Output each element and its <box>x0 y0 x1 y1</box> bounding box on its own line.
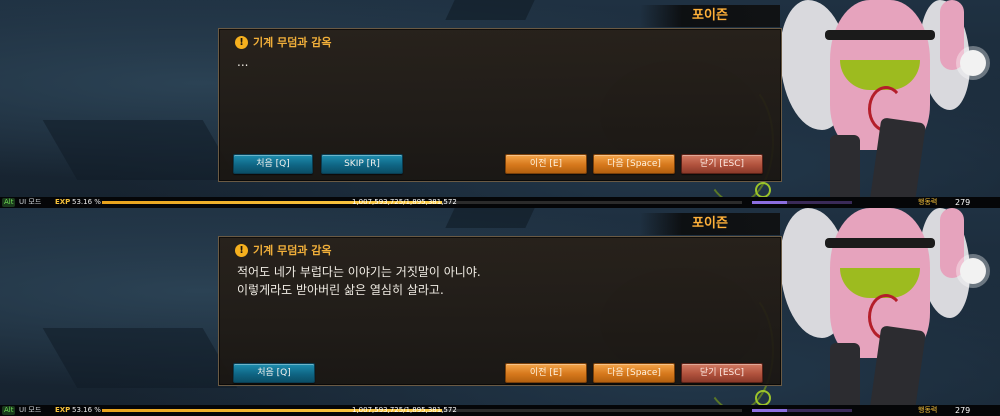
ring-icon[interactable] <box>755 390 771 406</box>
next-button[interactable]: 다음 [Space] <box>593 154 675 174</box>
scenery-debris <box>42 120 238 180</box>
scenery-debris <box>42 328 238 388</box>
stamina-value: 279 <box>955 406 971 415</box>
prev-button[interactable]: 이전 [E] <box>505 363 587 383</box>
dialog-text: 적어도 네가 부럽다는 이야기는 거짓말이 아니야. 이렇게라도 받아버린 삶은… <box>237 265 481 297</box>
character-portrait <box>770 208 1000 416</box>
scenery-machine <box>445 0 535 20</box>
character-portrait <box>770 0 1000 208</box>
game-scene-top: 포이즌 ! 기계 무덤과 감옥 ... 처음 [Q] SKIP [R] 이전 [… <box>0 0 1000 208</box>
dialog-title: 기계 무덤과 감옥 <box>253 36 332 49</box>
close-button[interactable]: 닫기 [ESC] <box>681 363 763 383</box>
dialog-box: ! 기계 무덤과 감옥 ... 처음 [Q] SKIP [R] 이전 [E] 다… <box>218 28 782 182</box>
stamina-bar <box>752 409 852 412</box>
exp-percent: 53.16 % <box>72 406 101 414</box>
exp-readout: 1,007,593,725/1,895,381,572 <box>352 198 457 206</box>
dialog-text: ... <box>237 55 249 69</box>
stamina-label: 행동력 <box>918 406 938 414</box>
prev-button[interactable]: 이전 [E] <box>505 154 587 174</box>
stamina-value: 279 <box>955 198 971 207</box>
flower-ornament <box>960 50 986 76</box>
dialog-header: ! 기계 무덤과 감옥 <box>235 242 332 258</box>
ui-mode-label[interactable]: UI 모드 <box>19 197 41 208</box>
first-button[interactable]: 처음 [Q] <box>233 363 315 383</box>
alt-badge[interactable]: Alt <box>2 198 16 207</box>
scenery-machine <box>445 208 535 228</box>
exp-label: EXP <box>55 198 71 206</box>
exclamation-icon: ! <box>235 243 248 257</box>
flower-ornament <box>960 258 986 284</box>
alt-badge[interactable]: Alt <box>2 406 16 415</box>
close-button[interactable]: 닫기 [ESC] <box>681 154 763 174</box>
exp-readout: 1,007,593,725/1,895,381,572 <box>352 406 457 414</box>
ring-icon[interactable] <box>755 182 771 198</box>
speaker-name: 포이즌 <box>640 5 780 27</box>
exp-label: EXP <box>55 406 71 414</box>
exp-percent: 53.16 % <box>72 198 101 206</box>
dialog-header: ! 기계 무덤과 감옥 <box>235 34 332 50</box>
dialog-title: 기계 무덤과 감옥 <box>253 244 332 257</box>
ui-mode-label[interactable]: UI 모드 <box>19 405 41 416</box>
status-bar: Alt UI 모드 EXP 53.16 % 1,007,593,725/1,89… <box>0 197 1000 208</box>
status-bar: Alt UI 모드 EXP 53.16 % 1,007,593,725/1,89… <box>0 405 1000 416</box>
skip-button[interactable]: SKIP [R] <box>321 154 403 174</box>
next-button[interactable]: 다음 [Space] <box>593 363 675 383</box>
stamina-bar-fill <box>752 409 787 412</box>
first-button[interactable]: 처음 [Q] <box>233 154 313 174</box>
dialog-box: ! 기계 무덤과 감옥 적어도 네가 부럽다는 이야기는 거짓말이 아니야. 이… <box>218 236 782 386</box>
stamina-bar-fill <box>752 201 787 204</box>
stamina-bar <box>752 201 852 204</box>
exclamation-icon: ! <box>235 35 248 49</box>
character-belt <box>825 238 935 248</box>
speaker-name: 포이즌 <box>640 213 780 235</box>
stamina-label: 행동력 <box>918 198 938 206</box>
character-belt <box>825 30 935 40</box>
